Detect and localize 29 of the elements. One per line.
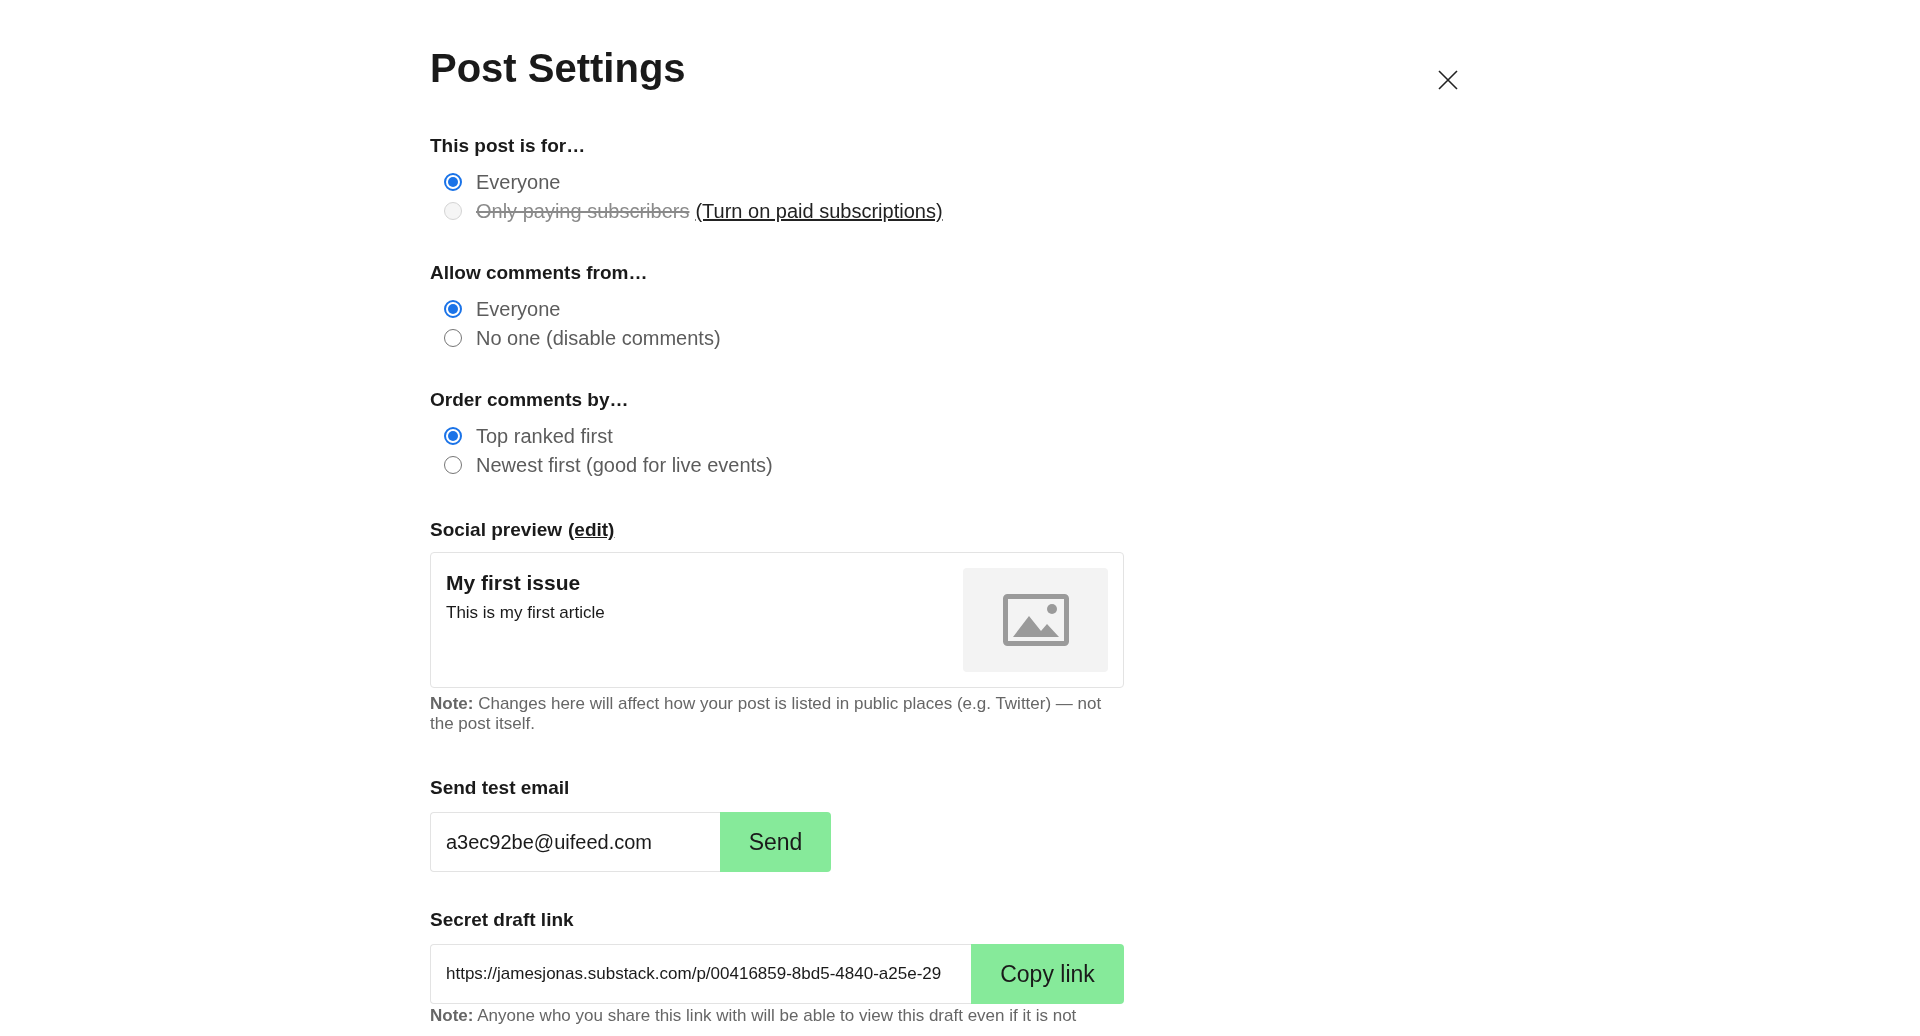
option-label: Everyone <box>476 298 561 320</box>
radio-button[interactable] <box>444 329 462 347</box>
preview-subtitle: This is my first article <box>446 602 605 624</box>
copy-link-button[interactable]: Copy link <box>971 944 1124 1004</box>
option-label: Everyone <box>476 171 561 193</box>
note-text: Note: Changes here will affect how your post is listed in public places (e.g. Twitter) — not the post itself. <box>430 694 1103 734</box>
radio-button[interactable] <box>444 456 462 474</box>
section-heading: This post is for… <box>430 134 587 158</box>
dialog-title: Post Settings <box>430 45 686 92</box>
section-heading: Allow comments from… <box>430 261 649 285</box>
section-heading: Social preview <box>430 518 562 542</box>
draft-link-field[interactable]: https://jamesjonas.substack.com/p/00416859-8bd5-4840-a25e-29 <box>430 944 971 1004</box>
radio-button[interactable] <box>444 427 462 445</box>
preview-title: My first issue <box>446 570 582 596</box>
send-button[interactable]: Send <box>720 812 831 872</box>
section-heading: Order comments by… <box>430 388 630 412</box>
image-icon <box>1002 594 1069 646</box>
section-heading: Send test email <box>430 776 571 800</box>
radio-button[interactable] <box>444 173 462 191</box>
note-text: Note: Anyone who you share this link with will be able to view this draft even if it is not <box>430 1006 1078 1026</box>
option-label: Only paying subscribers <box>476 200 690 222</box>
close-icon[interactable] <box>1436 68 1460 92</box>
option-label: Top ranked first <box>476 425 613 447</box>
section-heading: Secret draft link <box>430 908 575 932</box>
option-label: Newest first (good for live events) <box>476 454 773 476</box>
email-field[interactable]: a3ec92be@uifeed.com <box>430 812 720 872</box>
edit-link[interactable]: (edit) <box>568 516 615 544</box>
option-label: No one (disable comments) <box>476 327 721 349</box>
radio-button[interactable] <box>444 300 462 318</box>
